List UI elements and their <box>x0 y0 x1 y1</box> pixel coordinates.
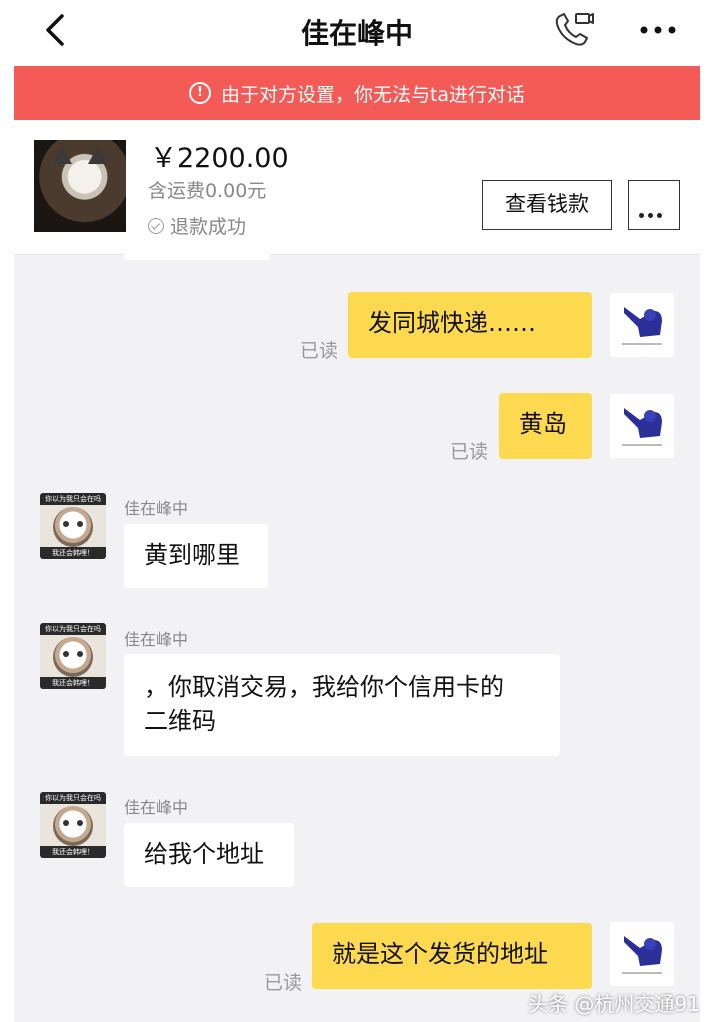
top-nav-bar: 佳在峰中 <box>14 0 700 66</box>
phone-icon[interactable] <box>552 10 594 50</box>
shipping-fee: 含运费0.00元 <box>148 180 267 202</box>
check-circle-icon <box>148 217 164 234</box>
sender-name: 佳在峰中 <box>124 499 189 518</box>
order-status-text: 退款成功 <box>170 216 247 238</box>
dab-figure-icon <box>622 408 662 446</box>
their-message-bubble[interactable]: 给我个地址 <box>124 823 294 887</box>
avatar-caption-bottom: 我还会韩哩！ <box>40 846 106 858</box>
info-icon: ! <box>188 82 211 104</box>
my-avatar[interactable] <box>610 922 674 986</box>
blocked-banner: ! 由于对方设置，你无法与ta进行对话 <box>14 66 700 120</box>
sender-name: 佳在峰中 <box>124 798 189 817</box>
avatar-caption-top: 你以为我只会在吗 <box>40 493 106 505</box>
product-more-button[interactable] <box>628 180 680 230</box>
cat-ear-left <box>52 146 72 164</box>
my-avatar[interactable] <box>610 394 674 458</box>
read-receipt: 已读 <box>300 340 339 362</box>
my-avatar[interactable] <box>610 293 674 357</box>
cat-face-icon <box>53 507 93 547</box>
avatar-caption-top: 你以为我只会在吗 <box>40 792 106 804</box>
order-status: 退款成功 <box>148 212 246 239</box>
their-message-bubble[interactable]: 黄到哪里 <box>124 524 268 588</box>
my-message-bubble[interactable]: 黄岛 <box>499 393 592 459</box>
page-title: 佳在峰中 <box>300 17 413 50</box>
avatar-caption-bottom: 我还会韩哩！ <box>40 677 106 689</box>
more-dots-icon <box>639 203 666 222</box>
dab-figure-icon <box>622 307 662 345</box>
message-line: 二维码 <box>144 707 216 735</box>
read-receipt: 已读 <box>264 972 303 994</box>
view-payment-button[interactable]: 查看钱款 <box>482 180 612 230</box>
product-price: ￥2200.00 <box>150 143 289 174</box>
sender-name: 佳在峰中 <box>124 630 189 649</box>
dab-figure-icon <box>622 936 662 974</box>
avatar-caption-top: 你以为我只会在吗 <box>40 623 106 635</box>
my-message-bubble[interactable]: 就是这个发货的地址 <box>312 923 592 989</box>
product-card[interactable]: ￥2200.00 含运费0.00元 退款成功 查看钱款 <box>14 120 700 255</box>
chat-screen: 佳在峰中 ! 由于对方设置，你无法与ta进行对话 ￥2200.00 含运费0.0… <box>14 0 700 1022</box>
message-line: ，你取消交易，我给你个信用卡的 <box>144 673 504 701</box>
cat-face-icon <box>53 806 93 846</box>
source-watermark: 头条 @杭州交通91.8 <box>528 992 700 1016</box>
previous-message-edge <box>124 254 270 260</box>
cat-face-icon <box>53 637 93 677</box>
contact-avatar[interactable]: 你以为我只会在吗 我还会韩哩！ <box>40 623 106 689</box>
more-dots-icon[interactable] <box>636 20 680 40</box>
product-thumbnail[interactable] <box>34 140 126 232</box>
contact-avatar[interactable]: 你以为我只会在吗 我还会韩哩！ <box>40 792 106 858</box>
read-receipt: 已读 <box>450 441 489 463</box>
contact-avatar[interactable]: 你以为我只会在吗 我还会韩哩！ <box>40 493 106 559</box>
avatar-caption-bottom: 我还会韩哩！ <box>40 547 106 559</box>
banner-text: 由于对方设置，你无法与ta进行对话 <box>220 83 526 106</box>
cat-ear-right <box>88 146 108 164</box>
my-message-bubble[interactable]: 发同城快递…… <box>348 292 592 358</box>
their-message-bubble[interactable]: ，你取消交易，我给你个信用卡的 二维码 <box>124 654 560 756</box>
